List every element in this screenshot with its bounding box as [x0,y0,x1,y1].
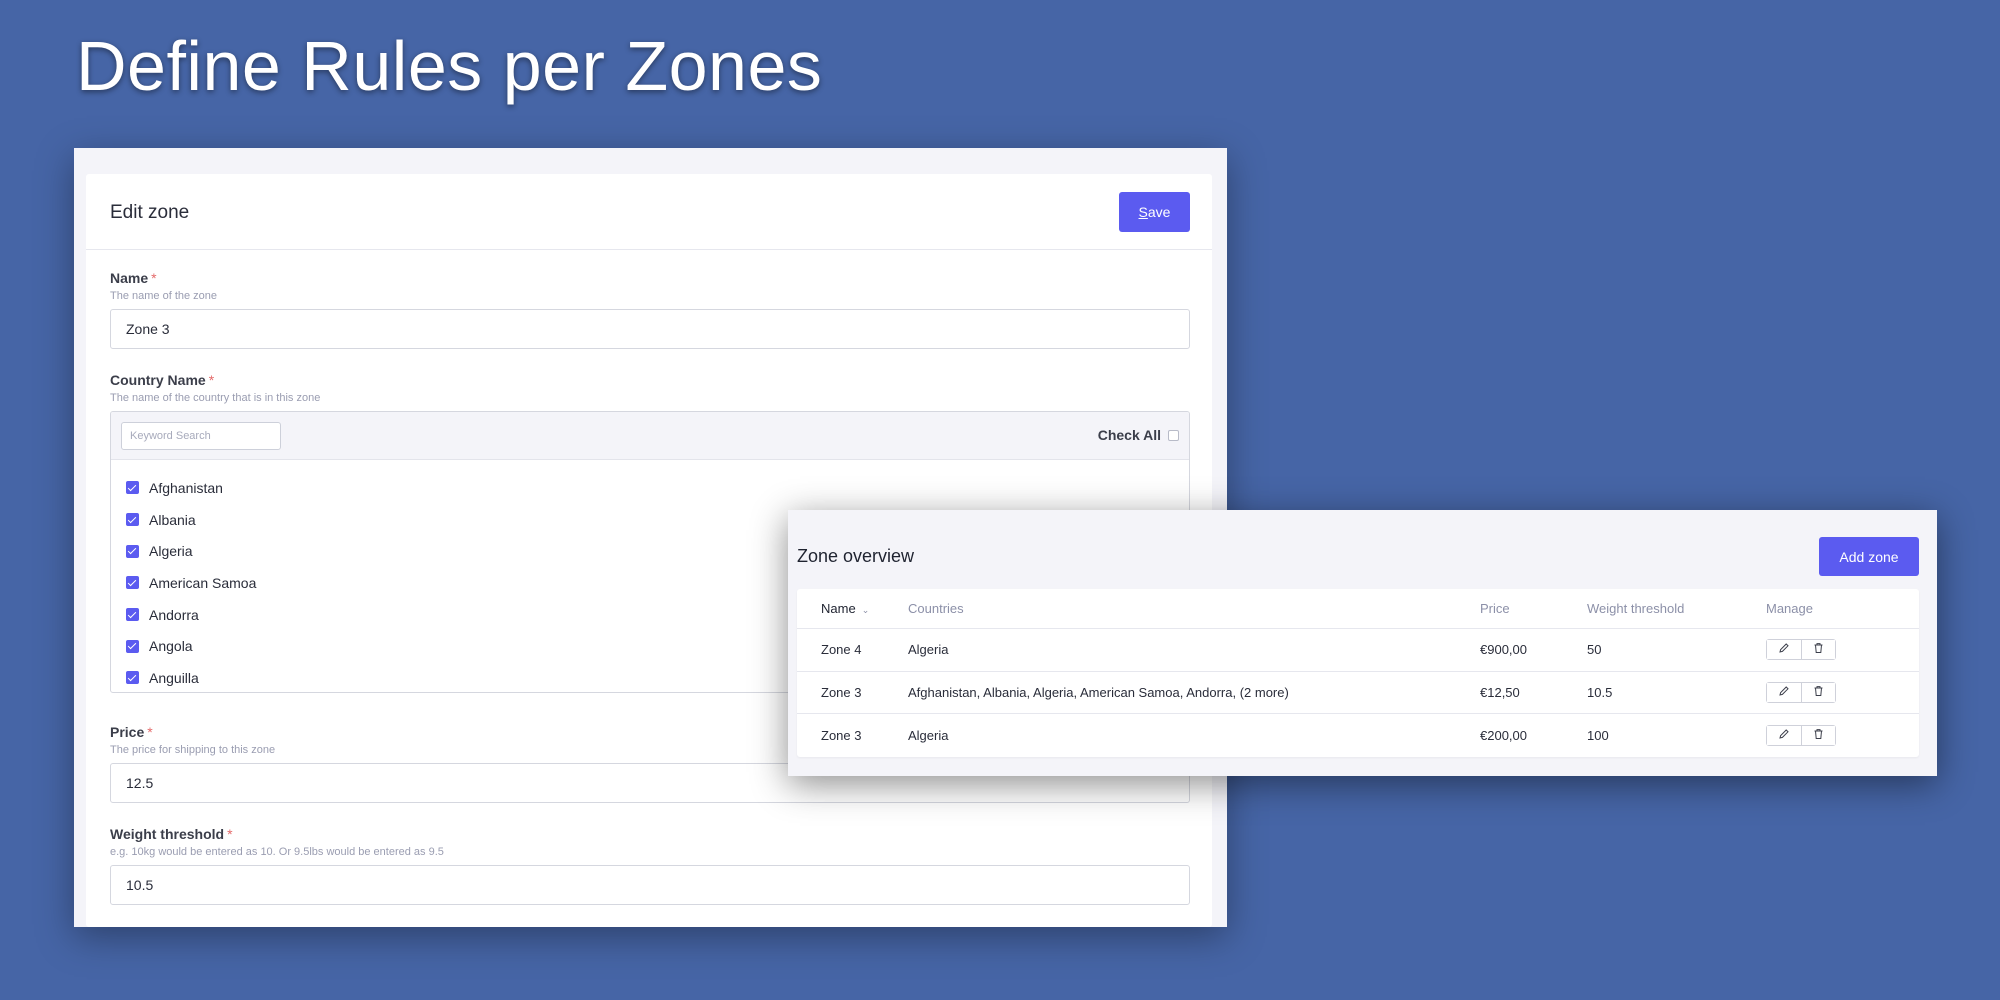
zone-table: Name ⌄ Countries Price Weight threshold M… [797,589,1919,757]
countries-cell: Algeria [908,642,949,658]
required-mark: * [151,270,157,286]
countries-cell: Afghanistan, Albania, Algeria, American … [908,684,1289,700]
keyword-search-input[interactable]: Keyword Search [121,422,281,450]
name-field: Name * The name of the zone Zone 3 [110,270,1190,349]
table-row: Zone 4 Algeria €900,00 50 [797,629,1919,672]
weight-input[interactable]: 10.5 [110,865,1190,905]
table-body: Zone 4 Algeria €900,00 50 Zone 3 Afghanistan,… [797,629,1919,757]
weight-cell: 50 [1587,642,1602,658]
trash-icon [1813,728,1824,743]
price-cell: €12,50 [1480,684,1520,700]
delete-zone-button[interactable] [1801,725,1835,745]
country-toolbar: Keyword Search Check All [111,412,1189,460]
checkbox-checked-icon[interactable] [126,513,139,527]
countries-cell: Algeria [908,727,949,743]
country-help: The name of the country that is in this … [110,392,321,404]
table-row: Zone 3 Algeria €200,00 100 [797,714,1919,757]
country-label: Country Name [110,372,206,388]
manage-cell [1766,724,1919,746]
country-label: Anguilla [149,669,199,686]
weight-field: Weight threshold * e.g. 10kg would be ent… [110,826,1190,905]
name-input[interactable]: Zone 3 [110,309,1190,349]
edit-zone-button[interactable] [1767,640,1801,660]
edit-zone-title: Edit zone [110,202,190,223]
zone-name-cell: Zone 3 [821,684,862,700]
table-row: Zone 3 Afghanistan, Albania, Algeria, Ame… [797,672,1919,714]
zone-name-cell: Zone 3 [821,727,862,743]
zone-name-cell: Zone 4 [821,642,862,658]
country-label: Andorra [149,606,199,623]
edit-zone-button[interactable] [1767,725,1801,745]
zone-overview-title: Zone overview [797,546,915,566]
check-all-toggle[interactable]: Check All [1098,427,1179,443]
checkbox-checked-icon[interactable] [126,639,139,653]
name-label: Name [110,270,149,286]
checkbox-checked-icon[interactable] [126,544,139,558]
save-label-rest: ave [1147,204,1171,220]
country-label: Algeria [149,543,193,560]
country-label: Albania [149,511,196,528]
zone-overview-window: Zone overview Add zone Name ⌄ Countries P… [788,510,1937,776]
name-help: The name of the zone [110,290,218,302]
check-all-label: Check All [1097,427,1161,443]
country-item[interactable]: Afghanistan [111,472,1189,504]
manage-cell [1766,639,1919,661]
check-all-checkbox[interactable] [1168,429,1179,441]
trash-icon [1813,642,1824,657]
price-label: Price [110,724,145,740]
save-mnemonic: S [1138,204,1148,220]
required-mark: * [147,724,153,740]
delete-zone-button[interactable] [1801,682,1835,702]
manage-button-group [1766,639,1836,661]
checkbox-checked-icon[interactable] [126,576,139,590]
add-zone-button[interactable]: Add zone [1819,537,1919,576]
price-cell: €200,00 [1480,727,1527,743]
save-button[interactable]: Save [1119,192,1190,232]
column-header-weight: Weight threshold [1587,601,1685,616]
pencil-icon [1778,685,1790,700]
manage-button-group [1766,681,1836,703]
column-header-countries: Countries [908,601,964,616]
edit-zone-button[interactable] [1767,682,1801,702]
weight-cell: 10.5 [1587,684,1613,700]
weight-cell: 100 [1587,727,1609,743]
column-header-name[interactable]: Name ⌄ [797,601,908,616]
checkbox-checked-icon[interactable] [126,671,139,685]
pencil-icon [1778,728,1790,743]
table-header: Name ⌄ Countries Price Weight threshold M… [797,589,1919,629]
country-label: American Samoa [149,574,257,591]
weight-label: Weight threshold [110,826,225,842]
manage-button-group [1766,724,1836,746]
required-mark: * [208,372,215,388]
price-cell: €900,00 [1480,642,1527,658]
trash-icon [1813,685,1824,700]
column-header-price: Price [1480,601,1510,616]
country-label: Afghanistan [149,479,223,496]
delete-zone-button[interactable] [1801,640,1835,660]
weight-help: e.g. 10kg would be entered as 10. Or 9.5… [110,846,444,858]
country-label: Angola [149,638,193,655]
required-mark: * [227,826,233,842]
page-headline: Define Rules per Zones [76,27,823,105]
pencil-icon [1778,642,1790,657]
chevron-down-icon: ⌄ [861,605,870,615]
manage-cell [1766,681,1919,703]
column-header-manage: Manage [1766,601,1813,616]
edit-zone-header: Edit zone Save [86,174,1212,250]
checkbox-checked-icon[interactable] [126,608,139,622]
checkbox-checked-icon[interactable] [126,481,139,495]
